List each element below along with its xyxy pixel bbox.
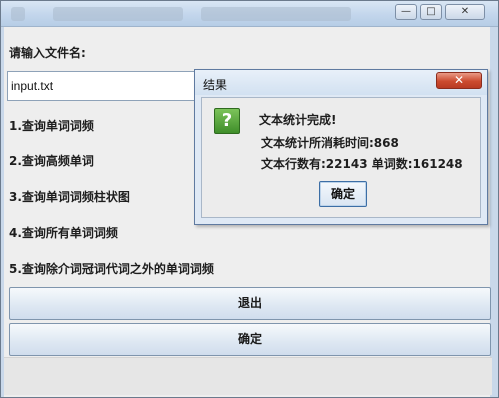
filename-prompt-label: 请输入文件名: bbox=[9, 46, 86, 60]
option-word-frequency[interactable]: 1.查询单词词频 bbox=[9, 117, 94, 134]
window-border-right bbox=[490, 27, 498, 397]
close-icon[interactable]: ✕ bbox=[445, 4, 485, 20]
option-high-frequency-words[interactable]: 2.查询高频单词 bbox=[9, 152, 94, 169]
dialog-message-title: 文本统计完成! bbox=[259, 113, 337, 127]
bottom-area bbox=[4, 357, 492, 395]
maximize-icon[interactable]: □ bbox=[420, 4, 442, 20]
dialog-counts-line: 文本行数有:22143 单词数:161248 bbox=[261, 157, 463, 171]
dialog-title: 结果 bbox=[203, 78, 228, 92]
dialog-ok-button[interactable]: 确定 bbox=[319, 181, 367, 207]
dialog-time-line: 文本统计所消耗时间:868 bbox=[261, 136, 399, 150]
result-dialog: 结果 ✕ ? 文本统计完成! 文本统计所消耗时间:868 文本行数有:22143… bbox=[194, 69, 488, 225]
dialog-titlebar: 结果 ✕ bbox=[195, 70, 487, 95]
dialog-body: ? 文本统计完成! 文本统计所消耗时间:868 文本行数有:22143 单词数:… bbox=[201, 97, 481, 218]
titlebar-blurred-area-2 bbox=[201, 7, 351, 21]
option-filtered-word-frequency[interactable]: 5.查询除介词冠词代词之外的单词词频 bbox=[9, 260, 214, 277]
app-icon bbox=[11, 7, 25, 21]
exit-button[interactable]: 退出 bbox=[9, 287, 491, 320]
titlebar-blurred-area bbox=[53, 7, 183, 21]
confirm-button[interactable]: 确定 bbox=[9, 323, 491, 356]
minimize-icon[interactable]: — bbox=[395, 4, 417, 20]
question-icon: ? bbox=[214, 108, 240, 134]
dialog-close-icon[interactable]: ✕ bbox=[436, 72, 482, 89]
window-titlebar: — □ ✕ bbox=[1, 1, 498, 27]
option-frequency-bar-chart[interactable]: 3.查询单词词频柱状图 bbox=[9, 188, 130, 205]
window-border-left bbox=[1, 27, 4, 397]
option-all-word-frequency[interactable]: 4.查询所有单词词频 bbox=[9, 224, 118, 241]
